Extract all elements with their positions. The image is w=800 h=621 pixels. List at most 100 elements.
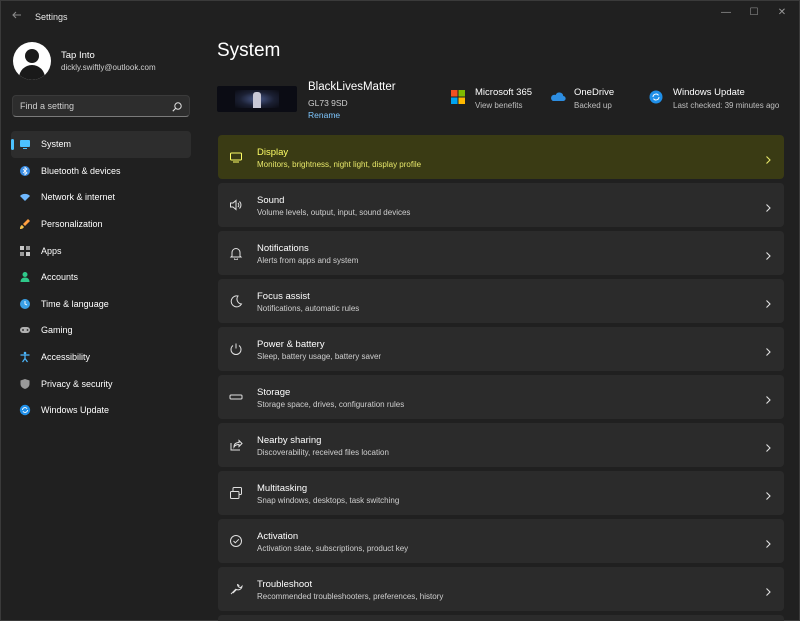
wifi-icon bbox=[19, 191, 31, 203]
brush-icon bbox=[19, 218, 31, 230]
settings-card-troubleshoot[interactable]: Troubleshoot Recommended troubleshooters… bbox=[218, 567, 784, 611]
quick-link-title: Microsoft 365 bbox=[475, 87, 533, 98]
monitor-icon bbox=[19, 138, 31, 150]
settings-card-activation[interactable]: Activation Activation state, subscriptio… bbox=[218, 519, 784, 563]
sidebar-item-personalization[interactable]: Personalization bbox=[11, 211, 191, 238]
page-title: System bbox=[217, 40, 281, 61]
shield-icon bbox=[19, 378, 31, 390]
chevron-right-icon bbox=[764, 152, 772, 164]
microsoft-logo-icon bbox=[451, 90, 465, 104]
settings-card-display[interactable]: Display Monitors, brightness, night ligh… bbox=[218, 135, 784, 179]
settings-card-sound[interactable]: Sound Volume levels, output, input, soun… bbox=[218, 183, 784, 227]
title-bar: Settings — ☐ ✕ bbox=[1, 1, 800, 33]
minimize-button[interactable]: — bbox=[714, 5, 738, 21]
chevron-right-icon bbox=[764, 296, 772, 308]
card-title: Focus assist bbox=[257, 291, 310, 302]
settings-card-multitasking[interactable]: Multitasking Snap windows, desktops, tas… bbox=[218, 471, 784, 515]
card-description: Activation state, subscriptions, product… bbox=[257, 544, 409, 553]
card-title: Multitasking bbox=[257, 483, 308, 494]
globe-clock-icon bbox=[19, 298, 31, 310]
storage-icon bbox=[229, 390, 243, 404]
device-model: GL73 9SD bbox=[308, 98, 348, 108]
quick-link-subtitle: Last checked: 39 minutes ago bbox=[673, 101, 780, 110]
sidebar-item-apps[interactable]: Apps bbox=[11, 237, 191, 264]
quick-link-subtitle: Backed up bbox=[574, 101, 612, 110]
sidebar-item-gaming[interactable]: Gaming bbox=[11, 317, 191, 344]
quick-link-title: OneDrive bbox=[574, 87, 615, 98]
sidebar-item-time-language[interactable]: Time & language bbox=[11, 291, 191, 318]
chevron-right-icon bbox=[764, 488, 772, 500]
card-description: Recommended troubleshooters, preferences… bbox=[257, 592, 444, 601]
sidebar-nav: System Bluetooth & devices Network & int… bbox=[11, 131, 191, 424]
chevron-right-icon bbox=[764, 440, 772, 452]
settings-card-partial[interactable] bbox=[218, 615, 784, 621]
update-icon bbox=[19, 404, 31, 416]
sidebar-item-accessibility[interactable]: Accessibility bbox=[11, 344, 191, 371]
settings-card-nearby-sharing[interactable]: Nearby sharing Discoverability, received… bbox=[218, 423, 784, 467]
chevron-right-icon bbox=[764, 248, 772, 260]
settings-card-focus-assist[interactable]: Focus assist Notifications, automatic ru… bbox=[218, 279, 784, 323]
card-title: Activation bbox=[257, 531, 299, 542]
sidebar-item-system[interactable]: System bbox=[11, 131, 191, 158]
card-description: Discoverability, received files location bbox=[257, 448, 389, 457]
sidebar-item-windows-update[interactable]: Windows Update bbox=[11, 397, 191, 424]
card-title: Display bbox=[257, 147, 289, 158]
sidebar-item-label: Gaming bbox=[41, 325, 73, 336]
person-icon bbox=[19, 271, 31, 283]
card-description: Volume levels, output, input, sound devi… bbox=[257, 208, 411, 217]
sidebar-item-network[interactable]: Network & internet bbox=[11, 184, 191, 211]
wallpaper-figure bbox=[253, 92, 261, 108]
sidebar-item-label: Apps bbox=[41, 245, 62, 256]
sidebar-item-label: Time & language bbox=[41, 298, 109, 309]
quick-link-subtitle: View benefits bbox=[475, 101, 523, 110]
bluetooth-icon bbox=[19, 165, 31, 177]
share-icon bbox=[229, 438, 243, 452]
back-arrow-icon[interactable] bbox=[9, 9, 25, 25]
bell-icon bbox=[229, 246, 243, 261]
settings-list: Display Monitors, brightness, night ligh… bbox=[218, 135, 784, 615]
user-email: dickly.swiftly@outlook.com bbox=[61, 63, 156, 72]
settings-card-power-battery[interactable]: Power & battery Sleep, battery usage, ba… bbox=[218, 327, 784, 371]
card-title: Notifications bbox=[257, 243, 309, 254]
sidebar-item-label: Windows Update bbox=[41, 405, 110, 416]
onedrive-icon bbox=[550, 90, 566, 104]
multitask-icon bbox=[229, 486, 243, 500]
settings-card-notifications[interactable]: Notifications Alerts from apps and syste… bbox=[218, 231, 784, 275]
card-title: Sound bbox=[257, 195, 285, 206]
maximize-button[interactable]: ☐ bbox=[742, 5, 766, 21]
avatar[interactable] bbox=[13, 42, 51, 80]
card-title: Storage bbox=[257, 387, 291, 398]
sidebar-item-privacy[interactable]: Privacy & security bbox=[11, 370, 191, 397]
rename-link[interactable]: Rename bbox=[308, 110, 340, 120]
close-button[interactable]: ✕ bbox=[770, 5, 794, 21]
card-description: Notifications, automatic rules bbox=[257, 304, 360, 313]
device-wallpaper-thumbnail bbox=[217, 86, 297, 112]
chevron-right-icon bbox=[764, 584, 772, 596]
search-input[interactable] bbox=[20, 101, 170, 111]
card-description: Alerts from apps and system bbox=[257, 256, 359, 265]
accessibility-icon bbox=[19, 351, 31, 363]
moon-icon bbox=[229, 294, 243, 308]
search-box[interactable] bbox=[12, 95, 190, 117]
card-title: Power & battery bbox=[257, 339, 325, 350]
avatar-head bbox=[25, 49, 39, 63]
power-icon bbox=[229, 342, 243, 356]
sidebar-item-label: Bluetooth & devices bbox=[41, 165, 121, 176]
search-icon[interactable] bbox=[171, 100, 183, 112]
sidebar-item-label: Accounts bbox=[41, 272, 79, 283]
sidebar-item-label: System bbox=[41, 139, 72, 150]
user-name: Tap Into bbox=[61, 50, 95, 61]
check-circle-icon bbox=[229, 534, 243, 548]
avatar-body bbox=[19, 65, 45, 80]
app-title: Settings bbox=[35, 12, 68, 22]
sidebar-item-label: Network & internet bbox=[41, 192, 116, 203]
display-icon bbox=[229, 150, 243, 164]
settings-card-storage[interactable]: Storage Storage space, drives, configura… bbox=[218, 375, 784, 419]
sidebar-item-bluetooth[interactable]: Bluetooth & devices bbox=[11, 158, 191, 185]
device-name: BlackLivesMatter bbox=[308, 81, 396, 93]
sidebar-item-accounts[interactable]: Accounts bbox=[11, 264, 191, 291]
card-description: Sleep, battery usage, battery saver bbox=[257, 352, 382, 361]
chevron-right-icon bbox=[764, 344, 772, 356]
card-description: Storage space, drives, configuration rul… bbox=[257, 400, 405, 409]
sidebar-item-label: Accessibility bbox=[41, 352, 91, 363]
